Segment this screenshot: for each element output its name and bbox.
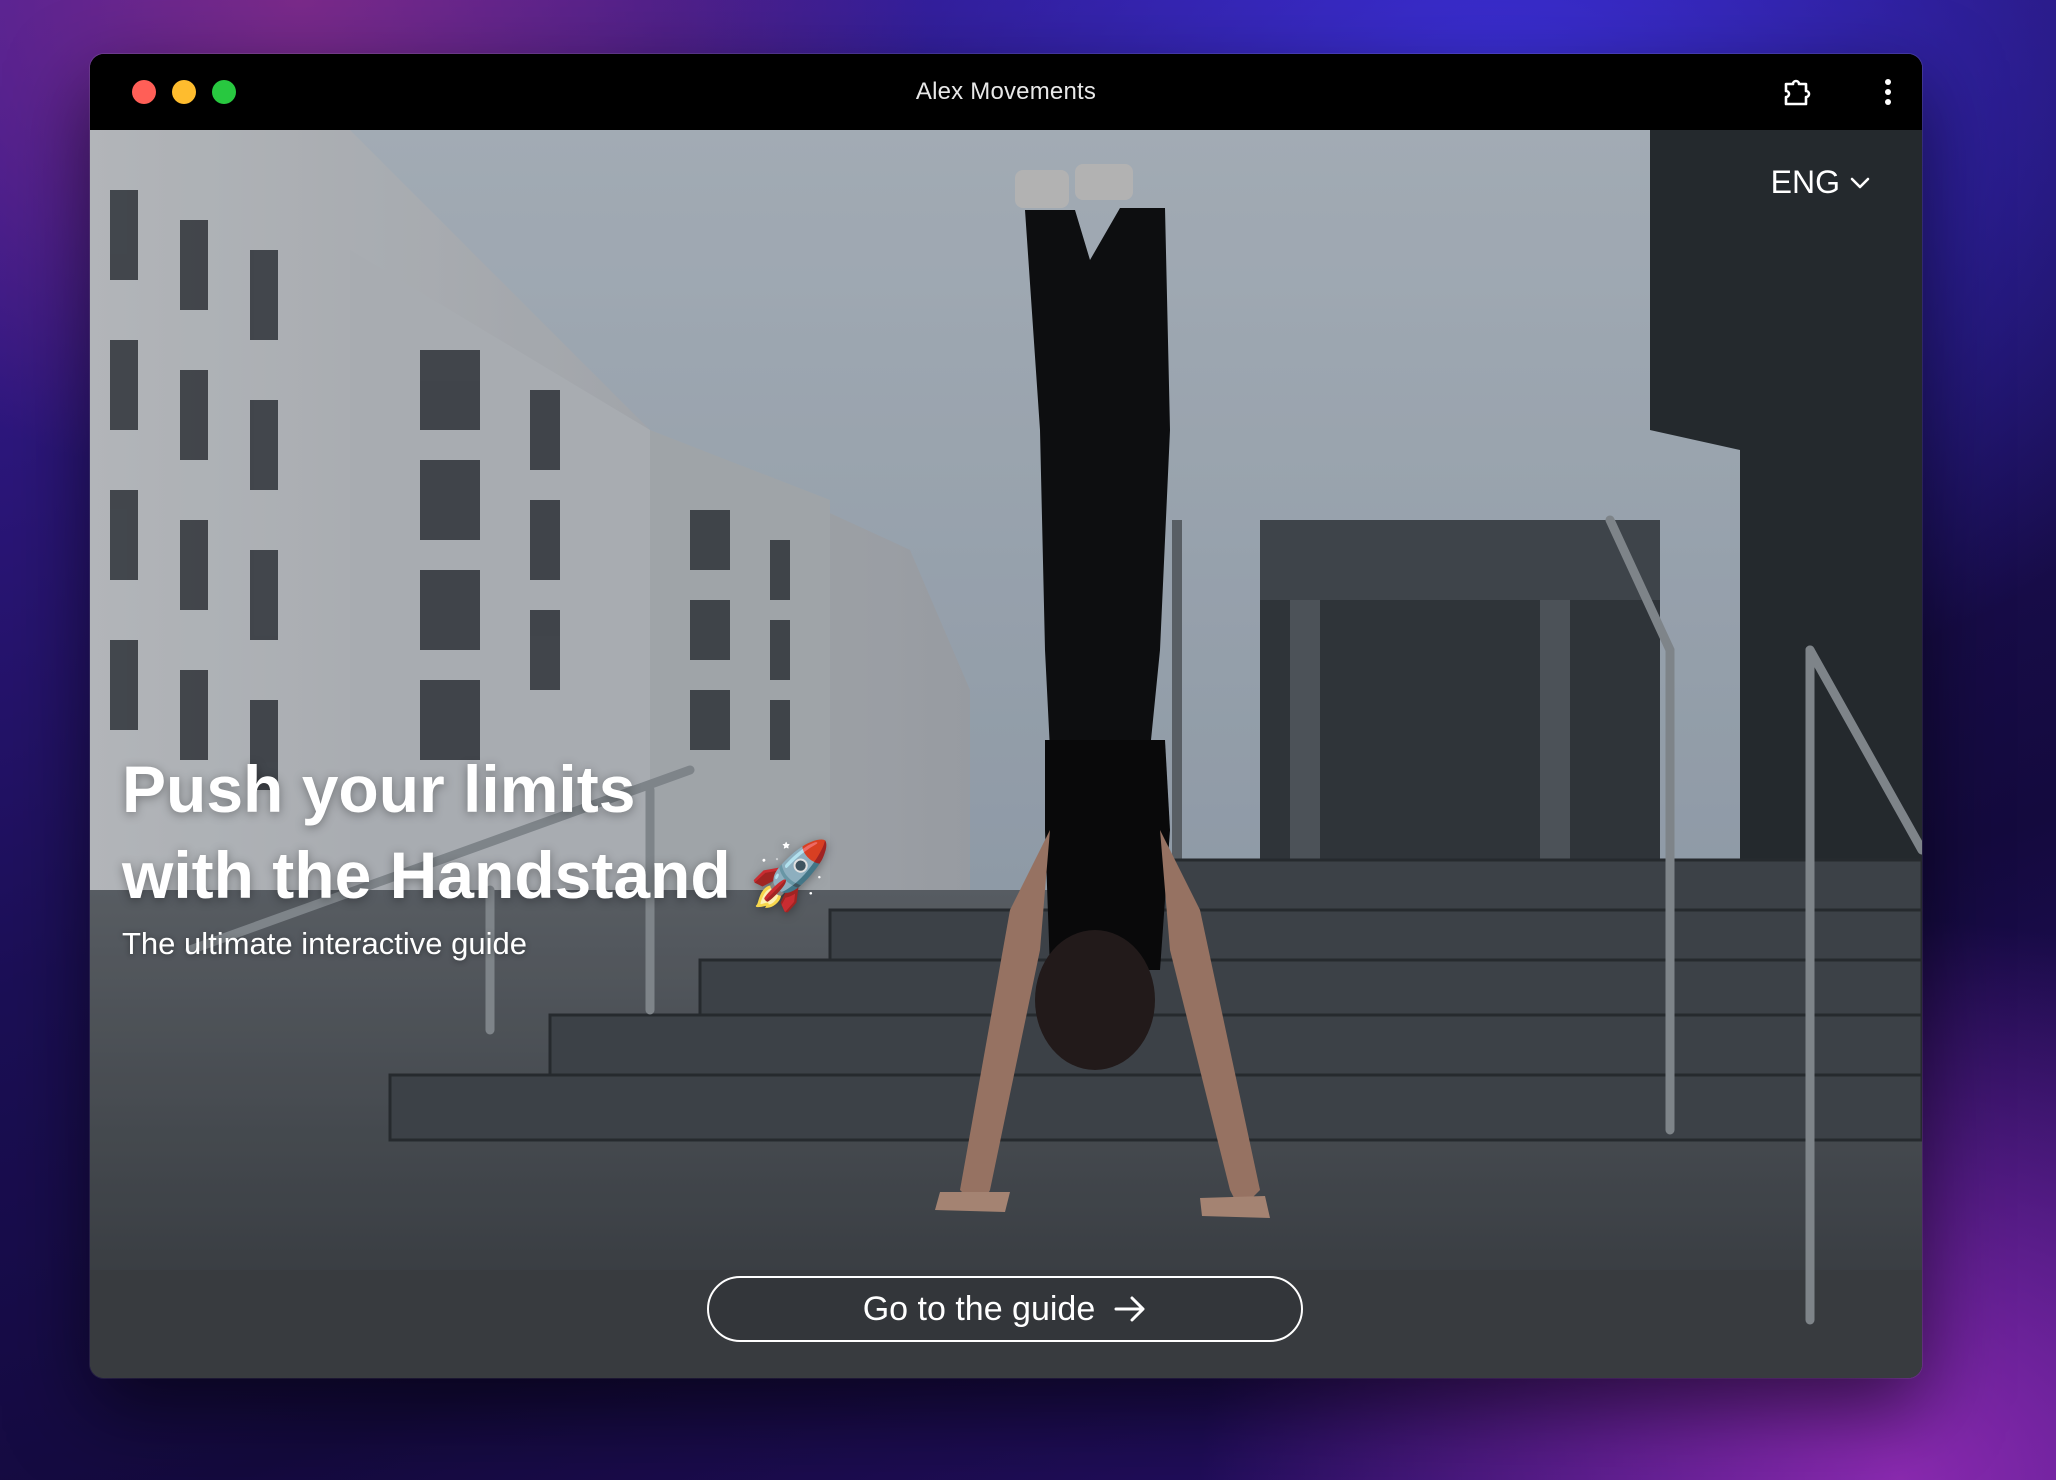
hero-headline: Push your limits with the Handstand 🚀 — [122, 746, 902, 918]
hero-section: ENG Push your limits with the Handstand … — [90, 130, 1922, 1378]
hero-subtitle: The ultimate interactive guide — [122, 926, 527, 961]
language-label: ENG — [1770, 164, 1840, 200]
app-window: Alex Movements ENG Push your limits with… — [90, 54, 1922, 1378]
go-to-guide-label: Go to the guide — [862, 1289, 1096, 1328]
rocket-icon: 🚀 — [749, 838, 832, 912]
title-bar: Alex Movements — [90, 54, 1922, 130]
headline-line-1: Push your limits — [122, 752, 636, 826]
chevron-down-icon — [1850, 177, 1870, 188]
headline-line-2: with the Handstand — [122, 838, 731, 912]
puzzle-piece-icon[interactable] — [1780, 74, 1816, 110]
go-to-guide-button[interactable]: Go to the guide — [707, 1276, 1303, 1342]
window-title: Alex Movements — [915, 78, 1097, 105]
language-selector[interactable]: ENG — [1771, 164, 1870, 201]
kebab-menu-icon[interactable] — [1878, 74, 1898, 110]
arrow-right-icon — [1114, 1296, 1145, 1322]
